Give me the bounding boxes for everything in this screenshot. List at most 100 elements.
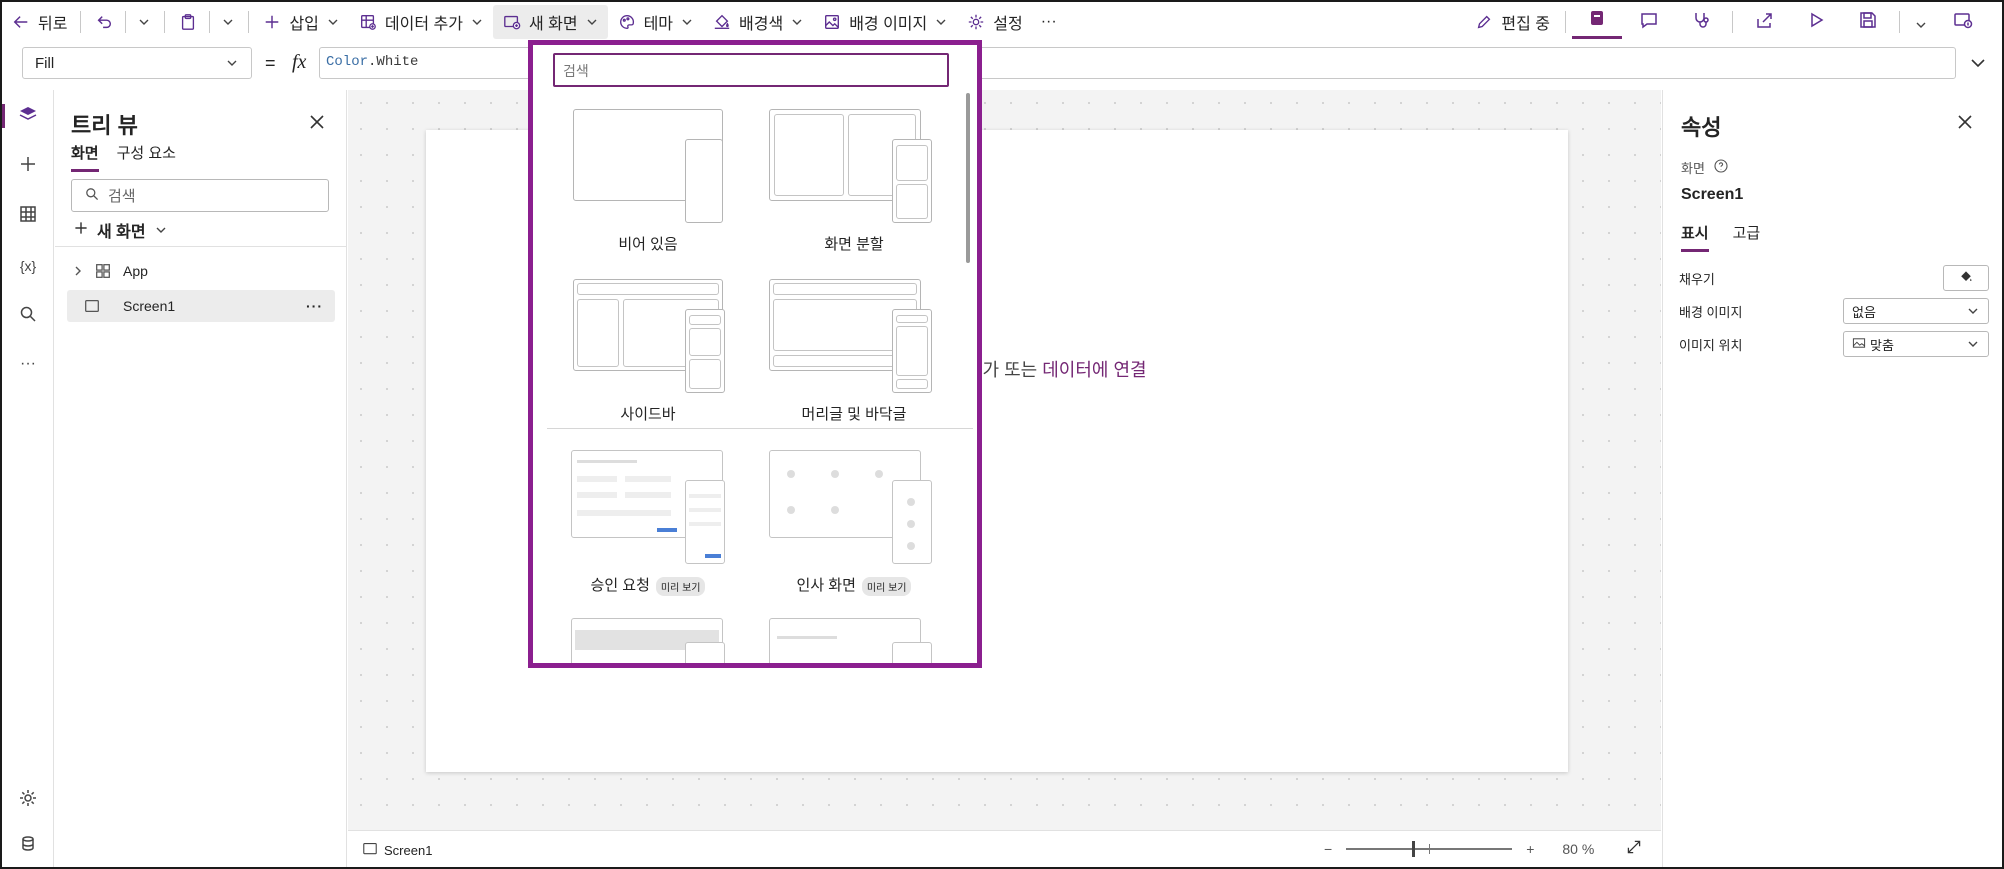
save-options-button[interactable] [1906,5,1936,39]
chevron-down-icon[interactable] [137,15,151,29]
thumb-pane [774,114,844,196]
layout-header-footer[interactable]: 머리글 및 바닥글 [769,277,939,424]
fill-color-picker[interactable] [1943,265,1989,291]
tree-view-rail-button[interactable] [2,96,54,136]
flyout-scrollbar[interactable] [966,93,970,263]
layout-sidebar-thumbnail [563,277,733,395]
template-approval-request[interactable]: 승인 요청 미리 보기 [563,448,733,596]
tree-item-app[interactable]: App [67,255,335,287]
copilot-button[interactable] [1572,5,1622,39]
share-icon [1754,10,1774,35]
app-checker-button[interactable] [1676,5,1726,39]
current-screen-indicator[interactable]: Screen1 [362,842,432,859]
thumb-pane [577,299,619,367]
fit-to-window-icon[interactable] [1626,839,1642,858]
template-item[interactable] [571,618,741,663]
more-rail-button[interactable]: ··· [2,344,54,384]
zoom-slider[interactable] [1346,840,1513,857]
chevron-down-icon[interactable] [1968,53,1988,73]
more-options-icon[interactable]: ··· [306,298,323,314]
share-button[interactable] [1739,5,1789,39]
paste-button[interactable] [169,5,244,39]
close-icon[interactable] [1955,112,1975,132]
connect-data-link[interactable]: 데이터에 연결 [1042,360,1146,380]
tab-screens[interactable]: 화면 [71,142,99,172]
undo-icon [94,12,114,32]
property-dropdown[interactable]: Fill [22,47,252,79]
tree-view-title: 트리 뷰 [71,113,138,138]
layout-sidebar[interactable]: 사이드바 [563,277,733,424]
thumb-button [705,554,721,558]
variables-rail-button[interactable]: {x} [2,246,54,286]
search-icon [84,186,100,206]
zoom-out-button[interactable]: − [1324,841,1332,857]
background-color-menu[interactable]: 배경색 [703,5,813,39]
thumb-header [896,315,928,323]
layout-blank-thumbnail [563,107,733,225]
chevron-right-icon[interactable] [67,265,89,277]
thumb-pane [689,328,721,356]
dropdown-value: 맞춤 [1870,337,1894,353]
background-image-dropdown[interactable]: 없음 [1843,298,1989,324]
editing-mode-button[interactable]: 편집 중 [1465,5,1559,39]
arrow-left-icon [11,12,31,32]
comments-button[interactable] [1624,5,1674,39]
chevron-down-icon [934,15,948,29]
stethoscope-icon [1691,10,1711,35]
zoom-slider-thumb[interactable] [1412,840,1416,857]
help-icon[interactable] [1713,158,1729,177]
chevron-down-icon [680,15,694,29]
formula-member: .White [368,54,419,70]
close-icon[interactable] [307,112,327,132]
template-thumbnail [571,618,741,663]
tab-components[interactable]: 구성 요소 [117,142,176,172]
new-screen-menu[interactable]: 새 화면 [492,5,608,39]
save-button[interactable] [1843,5,1893,39]
variables-icon: {x} [19,258,37,274]
layout-header-footer-thumbnail [769,277,939,395]
tree-search-input[interactable]: 검색 [71,179,329,212]
data-rail-button[interactable] [2,196,54,236]
background-image-menu[interactable]: 배경 이미지 [813,5,957,39]
zoom-in-button[interactable]: + [1526,841,1534,857]
tree-item-screen1[interactable]: Screen1 ··· [67,290,335,322]
theme-menu[interactable]: 테마 [608,5,703,39]
thumb-field [577,510,671,516]
empty-screen-hint: 추가 또는 데이터에 연결 [966,356,1147,382]
tab-advanced[interactable]: 고급 [1733,222,1761,252]
back-button[interactable]: 뒤로 [2,5,76,39]
thumb-phone [685,139,723,223]
new-screen-icon [502,12,522,32]
template-greeting-screen[interactable]: 인사 화면 미리 보기 [769,448,939,596]
layout-label: 사이드바 [620,406,676,423]
add-data-menu[interactable]: 데이터 추가 [349,5,493,39]
insert-menu[interactable]: 삽입 [253,5,348,39]
template-label-wrap: 인사 화면 미리 보기 [769,574,939,596]
settings-button[interactable]: 설정 [957,5,1031,39]
template-label-wrap: 승인 요청 미리 보기 [563,574,733,596]
layout-blank[interactable]: 비어 있음 [563,107,733,254]
toolbar-divider [1732,11,1733,33]
chevron-down-icon [1966,337,1980,351]
preview-button[interactable] [1791,5,1841,39]
search-icon [18,304,38,329]
template-greeting-thumbnail [769,448,939,566]
tab-display[interactable]: 표시 [1681,222,1709,252]
new-screen-button[interactable]: 새 화면 [73,218,168,242]
more-button[interactable]: ··· [1032,5,1066,39]
publish-button[interactable] [1938,5,1988,39]
preview-badge: 미리 보기 [655,576,706,596]
template-item[interactable] [769,618,939,663]
undo-button[interactable] [85,5,160,39]
gear-icon [966,12,986,32]
layout-split-screen[interactable]: 화면 분할 [769,107,939,254]
new-screen-flyout: 검색 비어 있음 화면 분할 사이드바 머리글 및 바닥글 승인 요청 미리 보… [528,40,982,668]
account-rail-button[interactable] [2,826,54,866]
chevron-down-icon[interactable] [221,15,235,29]
image-position-dropdown[interactable]: 맞춤 [1843,331,1989,357]
settings-rail-button[interactable] [2,780,54,820]
flyout-search-input[interactable]: 검색 [553,53,949,87]
insert-rail-button[interactable] [2,146,54,186]
search-rail-button[interactable] [2,296,54,336]
plus-icon [73,220,89,241]
